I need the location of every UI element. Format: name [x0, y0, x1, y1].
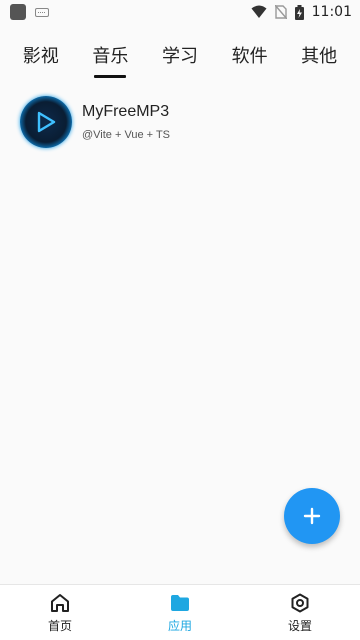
nav-home[interactable]: 首页	[0, 592, 120, 634]
tab-other[interactable]: 其他	[295, 30, 343, 80]
play-icon	[37, 111, 56, 133]
settings-hexagon-icon	[291, 593, 309, 612]
app-subtitle: @Vite + Vue + TS	[82, 129, 171, 141]
battery-charging-icon	[294, 4, 304, 20]
folder-icon	[171, 594, 189, 611]
bottom-nav: 首页 应用 设置	[0, 584, 360, 640]
nav-settings[interactable]: 设置	[240, 592, 360, 634]
app-name: MyFreeMP3	[82, 103, 170, 120]
status-time: 11:01	[311, 4, 352, 20]
tab-software[interactable]: 软件	[226, 30, 274, 80]
category-tabs: 影视 音乐 学习 软件 其他	[0, 30, 360, 80]
myfreemp3-logo	[20, 96, 72, 148]
no-sim-icon	[274, 5, 287, 19]
nav-apps-label: 应用	[167, 618, 192, 633]
add-button[interactable]	[284, 488, 340, 544]
tab-movies[interactable]: 影视	[17, 30, 65, 80]
keyboard-icon	[35, 7, 49, 17]
list-item[interactable]: MyFreeMP3 @Vite + Vue + TS	[0, 92, 360, 152]
wifi-icon	[251, 5, 267, 18]
status-bar: 11:01	[0, 0, 360, 24]
home-icon	[51, 593, 69, 612]
nav-apps[interactable]: 应用	[120, 592, 240, 634]
nav-settings-label: 设置	[287, 618, 312, 633]
tab-music[interactable]: 音乐	[86, 30, 134, 80]
tab-study[interactable]: 学习	[156, 30, 204, 80]
app-list: MyFreeMP3 @Vite + Vue + TS	[0, 92, 360, 152]
app-icon	[10, 4, 26, 20]
nav-home-label: 首页	[47, 618, 72, 633]
plus-icon	[303, 507, 321, 525]
